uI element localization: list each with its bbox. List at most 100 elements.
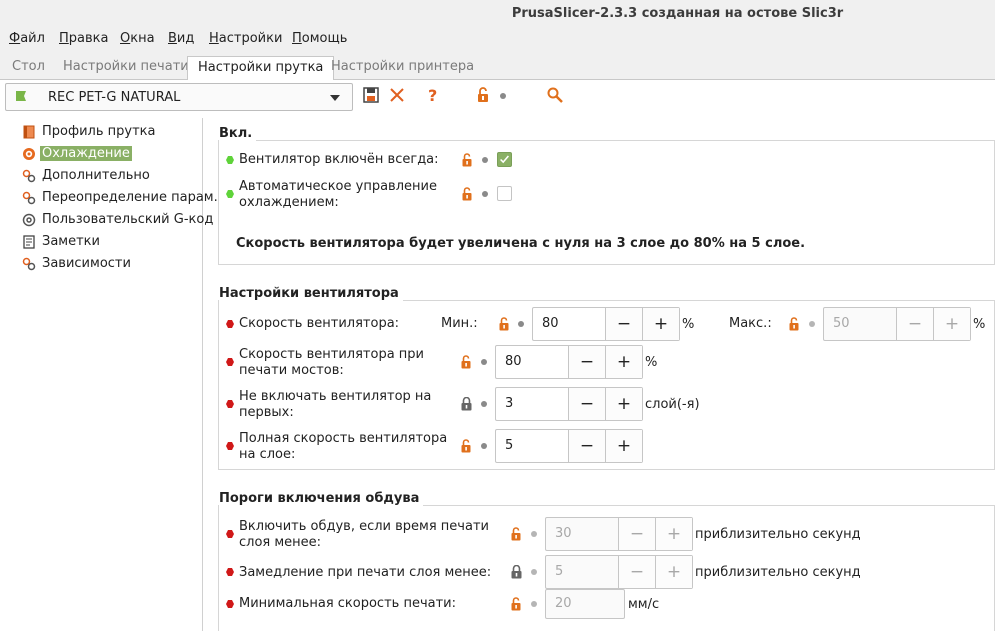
disable-fan-first-layers-label-line1: Не включать вентилятор на (239, 389, 432, 404)
sidebar-item-label: Профиль прутка (42, 124, 156, 139)
unlock-icon[interactable] (461, 187, 474, 201)
green-bullet-icon (226, 190, 234, 198)
sidebar-item-label: Заметки (42, 234, 100, 249)
auto-cooling-checkbox[interactable] (497, 186, 512, 201)
unlock-icon[interactable] (460, 355, 473, 369)
save-icon[interactable] (362, 86, 380, 104)
search-icon[interactable] (546, 86, 564, 104)
bullet-dot-icon (531, 531, 537, 537)
tab-bar: Стол Настройки печати Настройки прутка Н… (0, 54, 995, 81)
unlock-icon[interactable] (788, 317, 801, 331)
sidebar-item-label: Зависимости (42, 256, 131, 271)
question-icon[interactable]: ? (423, 86, 441, 104)
unlock-icon[interactable] (460, 439, 473, 453)
gcode-icon (22, 213, 36, 227)
menu-windows[interactable]: Окна (120, 31, 155, 46)
fan-speed-max-unit: % (973, 317, 986, 332)
unlock-icon[interactable] (510, 527, 523, 541)
decrement-button[interactable]: − (568, 430, 605, 462)
increment-button[interactable]: + (605, 430, 642, 462)
bridges-fan-speed-unit: % (645, 355, 658, 370)
increment-button[interactable]: + (655, 518, 692, 550)
bridges-fan-speed-stepper[interactable]: 80 − + (495, 345, 643, 379)
unlock-icon[interactable] (461, 153, 474, 167)
menu-edit[interactable]: Правка (59, 31, 108, 46)
cooling-description: Скорость вентилятора будет увеличена с н… (236, 236, 806, 251)
unlock-icon[interactable] (510, 597, 523, 611)
increment-button[interactable]: + (605, 346, 642, 378)
min-print-speed-input[interactable]: 20 (545, 589, 625, 619)
menu-file[interactable]: Файл (9, 31, 45, 46)
tab-print-settings[interactable]: Настройки печати (53, 56, 199, 80)
unlock-icon[interactable] (475, 86, 493, 104)
lock-icon[interactable] (460, 397, 473, 411)
full-fan-speed-layer-stepper[interactable]: 5 − + (495, 429, 643, 463)
tab-printer-settings[interactable]: Настройки принтера (321, 56, 484, 80)
tab-filament-settings[interactable]: Настройки прутка (187, 56, 335, 81)
red-bullet-icon (226, 400, 234, 408)
fan-speed-min-label: Мин.: (441, 316, 478, 331)
fan-speed-max-value[interactable]: 50 (824, 308, 896, 340)
unlock-icon[interactable] (498, 317, 511, 331)
disable-fan-first-layers-stepper[interactable]: 3 − + (495, 387, 643, 421)
decrement-button[interactable]: − (605, 308, 642, 340)
fan-speed-min-value[interactable]: 80 (533, 308, 605, 340)
notes-icon (23, 235, 35, 249)
slowdown-below-layer-time-stepper[interactable]: 5 − + (545, 555, 693, 589)
fan-speed-max-label: Макс.: (729, 316, 772, 331)
menu-help[interactable]: Помощь (292, 31, 347, 46)
increment-button[interactable]: + (642, 308, 679, 340)
disable-fan-first-layers-unit: слой(-я) (645, 397, 700, 412)
bridges-fan-speed-value[interactable]: 80 (496, 346, 568, 378)
cooling-icon (23, 148, 35, 160)
increment-button[interactable]: + (933, 308, 970, 340)
fan-below-layer-time-value[interactable]: 30 (546, 518, 618, 550)
override-icon (22, 191, 36, 205)
checkmark-icon (500, 155, 509, 164)
filament-icon (23, 125, 35, 139)
preset-combobox[interactable]: REC PET-G NATURAL (5, 83, 353, 111)
disable-fan-first-layers-label-line2: первых: (239, 405, 294, 420)
sidebar-item-label: Охлаждение (40, 146, 132, 161)
fan-always-on-label: Вентилятор включён всегда: (239, 152, 439, 167)
bullet-dot-icon (481, 401, 487, 407)
fan-below-layer-time-label-line2: слоя менее: (239, 535, 322, 550)
fan-below-layer-time-stepper[interactable]: 30 − + (545, 517, 693, 551)
full-fan-speed-layer-value[interactable]: 5 (496, 430, 568, 462)
full-fan-speed-layer-label-line2: на слое: (239, 447, 296, 462)
bullet-dot-icon (500, 93, 506, 99)
slowdown-below-layer-time-value[interactable]: 5 (546, 556, 618, 588)
decrement-button[interactable]: − (568, 388, 605, 420)
delete-icon[interactable] (388, 86, 406, 104)
decrement-button[interactable]: − (896, 308, 933, 340)
decrement-button[interactable]: − (618, 518, 655, 550)
increment-button[interactable]: + (655, 556, 692, 588)
fan-speed-min-stepper[interactable]: 80 − + (532, 307, 680, 341)
menubar: Файл Правка Окна Вид Настройки Помощь (0, 28, 995, 50)
fan-speed-max-stepper[interactable]: 50 − + (823, 307, 971, 341)
chevron-down-icon (330, 95, 340, 101)
svg-text:?: ? (428, 86, 437, 104)
red-bullet-icon (226, 320, 234, 328)
group-title-cooling-thresholds: Пороги включения обдува (219, 491, 424, 506)
green-bullet-icon (226, 156, 234, 164)
tab-plater[interactable]: Стол (2, 56, 55, 80)
disable-fan-first-layers-value[interactable]: 3 (496, 388, 568, 420)
menu-settings[interactable]: Настройки (209, 31, 282, 46)
sidebar-item-label: Пользовательский G-код (42, 212, 214, 227)
red-bullet-icon (226, 442, 234, 450)
decrement-button[interactable]: − (618, 556, 655, 588)
fan-below-layer-time-label-line1: Включить обдув, если время печати (239, 519, 489, 534)
disable-fan-first-layers-label: Не включать вентилятор на первых: (239, 389, 431, 421)
increment-button[interactable]: + (605, 388, 642, 420)
lock-icon[interactable] (510, 565, 523, 579)
bullet-dot-icon (482, 191, 488, 197)
preset-name: REC PET-G NATURAL (48, 90, 181, 105)
menu-view[interactable]: Вид (168, 31, 194, 46)
bullet-dot-icon (481, 359, 487, 365)
decrement-button[interactable]: − (568, 346, 605, 378)
fan-always-on-checkbox[interactable] (497, 152, 512, 167)
slowdown-below-layer-time-label: Замедление при печати слоя менее: (239, 565, 492, 580)
bridges-fan-speed-label: Скорость вентилятора при печати мостов: (239, 347, 424, 379)
advanced-icon (22, 169, 36, 183)
